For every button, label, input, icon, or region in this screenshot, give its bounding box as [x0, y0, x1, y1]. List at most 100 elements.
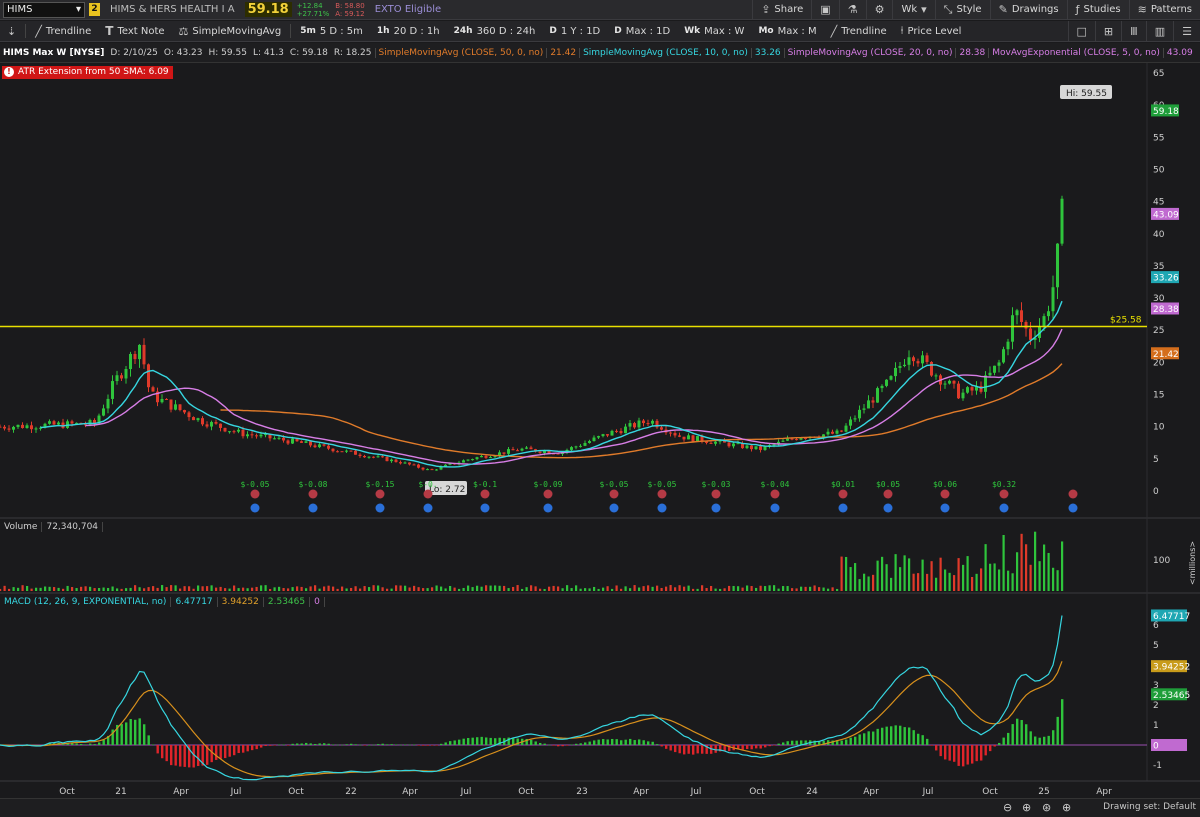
ask-price: A: 59.12 — [335, 9, 365, 18]
patterns-button[interactable]: ≋ Patterns — [1128, 0, 1200, 20]
candle-body — [948, 380, 951, 384]
style-button[interactable]: ⤡ Style — [934, 0, 990, 20]
volume-bar — [125, 588, 128, 591]
price-tag-text: 43.09 — [1153, 210, 1179, 220]
drawings-button[interactable]: ✎ Drawings — [989, 0, 1067, 20]
textnote-label: Text Note — [117, 25, 165, 37]
macd-bar — [458, 739, 461, 745]
period-20d[interactable]: 1h 20 D : 1h — [370, 21, 447, 42]
candle-body — [394, 459, 398, 463]
textnote-tool[interactable]: T Text Note — [98, 21, 171, 42]
volume-bar — [30, 588, 33, 591]
macd-bar — [1043, 736, 1046, 745]
macd-bar — [908, 727, 911, 745]
period-max-d[interactable]: D Max : 1D — [607, 21, 677, 42]
candle-body — [232, 431, 236, 433]
volume-bar — [278, 586, 281, 591]
trendline-label: Trendline — [841, 25, 887, 37]
trendline-tool[interactable]: ╱ Trendline — [28, 21, 98, 42]
alert-button[interactable]: ▣ — [811, 0, 838, 20]
candle-body — [160, 398, 164, 403]
macd-bar — [750, 745, 753, 750]
earnings-value: $-0.05 — [241, 480, 270, 489]
candle-body — [313, 445, 317, 448]
zoom-in-icon[interactable]: ⊕ — [1022, 801, 1031, 814]
study-sma50[interactable]: SimpleMovingAvg (CLOSE, 50, 0, no) — [374, 47, 547, 58]
macd-bar — [885, 726, 888, 745]
last-price: 59.18 — [244, 2, 292, 17]
macd-bar — [872, 731, 875, 745]
macd-bar — [237, 745, 240, 754]
studies-button[interactable]: ƒ Studies — [1066, 0, 1129, 20]
price-tick: 25 — [1153, 326, 1164, 336]
layout-cols-button[interactable]: ▥ — [1145, 20, 1173, 42]
volume-bar — [138, 587, 141, 591]
time-tick: Jul — [460, 787, 472, 797]
volume-bar — [354, 586, 357, 591]
volume-bar — [39, 587, 42, 591]
candle-body — [21, 424, 24, 428]
trendline-tool-2[interactable]: ╱ Trendline — [824, 21, 894, 42]
macd-bar — [584, 742, 587, 745]
volume-bar — [111, 586, 114, 591]
macd-bar — [593, 740, 596, 745]
settings-button[interactable]: ⚙ — [865, 0, 893, 20]
price-tag-text: 59.18 — [1153, 107, 1179, 117]
macd-bar — [548, 744, 551, 746]
sma-tool[interactable]: ⚖ SimpleMovingAvg — [172, 21, 289, 42]
macd-bar — [377, 744, 380, 745]
candle-body — [430, 469, 434, 471]
drawing-set-label[interactable]: Drawing set: Default — [1103, 802, 1196, 812]
symbol-input[interactable]: HIMS ▾ — [3, 1, 85, 18]
candle-body — [399, 462, 402, 464]
period-max-w[interactable]: Wk Max : W — [677, 21, 751, 42]
period-360d[interactable]: 24h 360 D : 24h — [447, 21, 543, 42]
candle-body — [759, 446, 762, 450]
layout-single-button[interactable]: □ — [1067, 20, 1095, 42]
candle-body — [0, 426, 2, 428]
aggregation-button[interactable]: Wk ▾ — [892, 0, 934, 20]
candle-body — [1051, 287, 1055, 312]
candle-body — [3, 426, 6, 429]
flask-button[interactable]: ⚗ — [838, 0, 866, 20]
layout-grid-button[interactable]: ⊞ — [1094, 20, 1121, 42]
macd-bar — [656, 744, 659, 745]
candle-body — [381, 456, 384, 458]
drawings-label: Drawings — [1011, 4, 1059, 15]
period-1y[interactable]: D1 Y : 1D — [542, 21, 607, 42]
volume-bar — [962, 564, 965, 591]
zoom-out-icon[interactable]: ⊖ — [1003, 801, 1012, 814]
candle-body — [1042, 316, 1046, 327]
studies-icon: ƒ — [1075, 3, 1080, 16]
layout-all-button[interactable]: Ⅲ — [1121, 20, 1146, 42]
macd-bar — [971, 745, 974, 764]
study-sma10[interactable]: SimpleMovingAvg (CLOSE, 10, 0, no) — [579, 47, 751, 58]
pin-button[interactable]: ⇣ — [0, 21, 23, 42]
candle-body — [831, 431, 834, 434]
volume-bar — [737, 586, 740, 591]
period-5d[interactable]: 5m 5 D : 5m — [293, 21, 370, 42]
study-sma20[interactable]: SimpleMovingAvg (CLOSE, 20, 0, no) — [783, 47, 956, 58]
layout-rows-button[interactable]: ☰ — [1173, 20, 1200, 42]
volume-bar — [260, 585, 263, 591]
period-max-m[interactable]: Mo Max : M — [751, 21, 823, 42]
zoom-fit-icon[interactable]: ⊛ — [1042, 801, 1051, 814]
style-label: Style — [956, 4, 982, 15]
macd-bar — [953, 745, 956, 762]
alert-icon: ▣ — [820, 3, 831, 16]
crosshair-icon[interactable]: ⊕ — [1062, 801, 1071, 814]
study-ema5[interactable]: MovAvgExponential (CLOSE, 5, 0, no) — [988, 47, 1163, 58]
patterns-icon: ≋ — [1137, 3, 1147, 16]
price-level-tool[interactable]: ⍿ Price Level — [894, 21, 969, 42]
exto-label: EXTO Eligible — [374, 4, 442, 15]
dividend-icon — [250, 489, 260, 499]
macd-bar — [246, 745, 249, 752]
share-button[interactable]: ⇪ Share — [752, 0, 811, 20]
price-chart[interactable]: 65605550454035302520151050 $25.58 Hi: 59… — [0, 63, 1200, 798]
volume-bar — [453, 587, 456, 591]
link-badge[interactable]: 2 — [89, 3, 100, 16]
volume-bar — [116, 588, 119, 591]
macd-bar — [219, 745, 222, 759]
earnings-icon — [1068, 503, 1078, 513]
chevron-down-icon[interactable]: ▾ — [76, 4, 81, 15]
